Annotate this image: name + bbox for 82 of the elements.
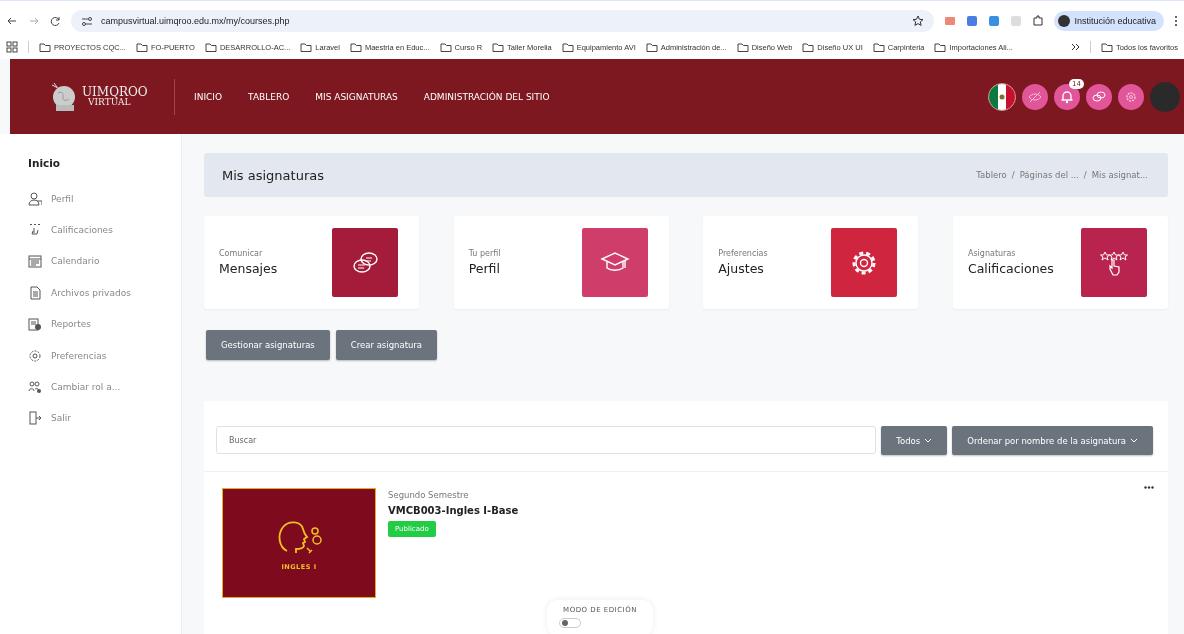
site-settings-icon — [81, 15, 93, 27]
course-name[interactable]: VMCB003-Ingles I-Base — [388, 505, 519, 516]
folder-icon — [39, 41, 51, 53]
profile-button[interactable]: Institución educativa — [1054, 11, 1164, 31]
eye-slash-icon — [1028, 89, 1042, 104]
nav-link[interactable]: ADMINISTRACIÓN DEL SITIO — [410, 85, 563, 108]
calendar-icon — [28, 254, 42, 269]
folder-icon — [645, 41, 658, 53]
folder-icon — [492, 41, 505, 53]
gear-icon — [28, 348, 42, 363]
back-icon[interactable] — [6, 16, 18, 26]
sort-dropdown[interactable]: Ordenar por nombre de la asignatura — [952, 426, 1153, 455]
course-category: Segundo Semestre — [388, 490, 469, 500]
logo-text: UIMQROO — [82, 86, 148, 98]
card-subtitle: Tu perfil — [468, 249, 502, 258]
sidebar-link[interactable]: Calendario — [51, 256, 100, 267]
sidebar-link[interactable]: Archivos privados — [51, 287, 131, 298]
document-icon — [28, 285, 42, 300]
folder-icon — [802, 41, 815, 53]
exit-icon — [28, 411, 42, 426]
sidebar-link[interactable]: Salir — [51, 413, 71, 424]
flag-icon[interactable] — [988, 82, 1016, 111]
chevron-down-icon — [924, 438, 933, 443]
shortcut-card[interactable]: Tu perfil Perfil — [453, 216, 669, 309]
card-title: Calificaciones — [967, 261, 1055, 276]
breadcrumb-separator: / — [1083, 170, 1087, 180]
folder-icon — [135, 41, 148, 53]
folder-icon — [736, 41, 749, 53]
card-title: Mensajes — [219, 261, 279, 276]
extension-icon[interactable] — [988, 15, 1001, 27]
chevron-icon[interactable] — [1070, 43, 1080, 51]
folder-icon — [300, 41, 313, 53]
report-icon — [28, 317, 42, 332]
page-title: Mis asignaturas — [222, 167, 324, 183]
sidebar-link[interactable]: Perfil — [51, 193, 74, 204]
apps-icon[interactable] — [6, 41, 18, 53]
people-icon — [28, 380, 42, 395]
breadcrumb-separator: / — [1011, 170, 1015, 180]
shortcut-card[interactable]: Preferencias Ajustes — [703, 216, 919, 309]
person-icon — [28, 191, 42, 206]
sidebar-link[interactable]: Preferencias — [51, 350, 107, 361]
card-subtitle: Comunicar — [219, 249, 264, 258]
nav-link[interactable]: INICIO — [181, 85, 236, 108]
shortcut-card[interactable]: Comunicar Mensajes — [204, 216, 419, 309]
filter-dropdown[interactable]: Todos — [881, 426, 948, 455]
action-button[interactable]: Crear asignatura — [335, 330, 438, 360]
sidebar-link[interactable]: Reportes — [51, 319, 92, 330]
address-bar[interactable]: campusvirtual.uimqroo.edu.mx/my/courses.php — [71, 10, 935, 32]
breadcrumb-link[interactable]: Páginas del ... — [1019, 170, 1079, 180]
folder-icon — [561, 41, 574, 53]
reload-icon[interactable] — [50, 15, 61, 27]
logo-text: VIRTUAL — [88, 98, 131, 107]
sidebar-link[interactable]: Cambiar rol a... — [51, 382, 121, 393]
more-icon[interactable] — [1144, 486, 1154, 489]
folder-icon — [934, 41, 947, 53]
search-field[interactable]: Buscar — [216, 426, 877, 454]
nav-link[interactable]: TABLERO — [235, 85, 303, 108]
card-title: Perfil — [468, 261, 501, 276]
edit-mode-toggle[interactable] — [559, 618, 581, 628]
breadcrumb-link[interactable]: Tablero — [976, 170, 1007, 180]
sidebar-heading: Inicio — [28, 157, 61, 169]
card-subtitle: Asignaturas — [967, 249, 1017, 258]
breadcrumb-link[interactable]: Mis asignat... — [1091, 170, 1148, 180]
folder-icon — [1100, 41, 1113, 53]
folder-icon — [204, 41, 217, 53]
settings-button[interactable] — [1118, 83, 1144, 110]
card-title: Ajustes — [718, 261, 765, 276]
folder-icon — [439, 41, 452, 53]
star-icon[interactable] — [912, 15, 925, 27]
chevron-down-icon — [1130, 438, 1138, 443]
folder-icon — [872, 41, 885, 53]
folder-icon — [349, 41, 362, 53]
more-icon[interactable] — [1174, 15, 1178, 27]
bell-icon — [1060, 89, 1074, 104]
shortcut-card[interactable]: Asignaturas Calificaciones — [952, 216, 1168, 309]
card-subtitle: Preferencias — [718, 249, 769, 258]
eye-slash-button[interactable] — [1022, 83, 1048, 110]
url-text: campusvirtual.uimqroo.edu.mx/my/courses.php — [101, 16, 291, 26]
action-button[interactable]: Gestionar asignaturas — [206, 330, 330, 360]
nav-link[interactable]: MIS ASIGNATURAS — [302, 85, 411, 108]
settings-icon — [1124, 89, 1138, 104]
sidebar-link[interactable]: Calificaciones — [51, 225, 113, 236]
